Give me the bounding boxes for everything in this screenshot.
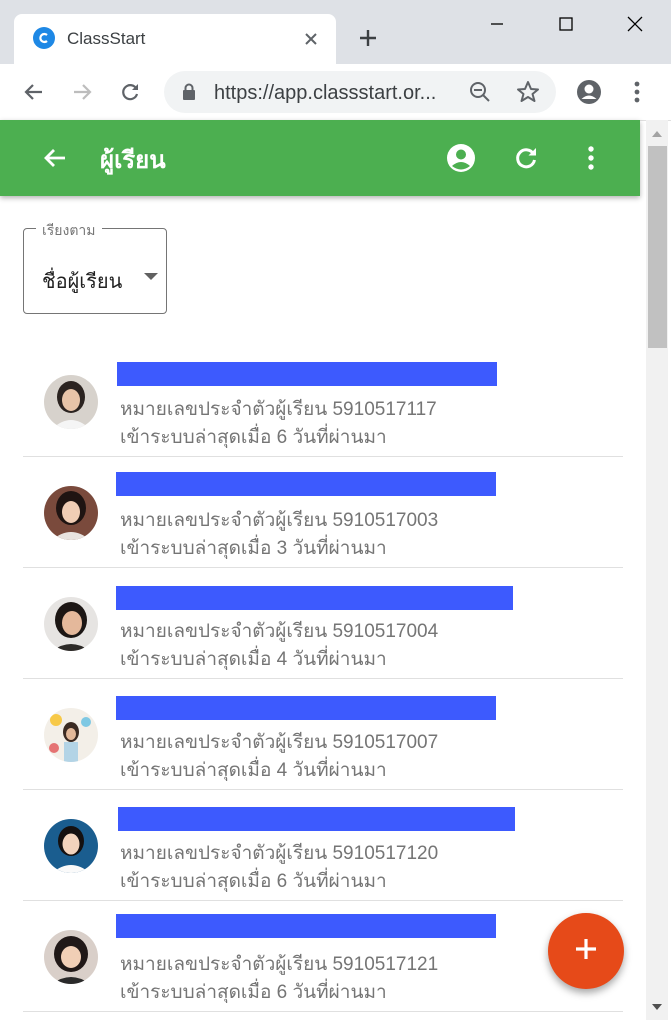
browser-menu-icon[interactable] bbox=[619, 74, 655, 110]
name-redaction bbox=[116, 914, 496, 938]
last-login: เข้าระบบล่าสุดเมื่อ 4 วันที่ผ่านมา bbox=[120, 760, 387, 781]
tab-title: ClassStart bbox=[67, 29, 146, 48]
name-redaction bbox=[117, 362, 497, 386]
profile-icon[interactable] bbox=[571, 74, 607, 110]
name-redaction bbox=[116, 696, 496, 720]
add-icon bbox=[574, 937, 598, 966]
refresh-icon[interactable] bbox=[508, 140, 544, 176]
minimize-icon[interactable] bbox=[474, 8, 520, 40]
list-item[interactable]: หมายเลขประจำตัวผู้เรียน 5910517004 เข้าร… bbox=[23, 568, 623, 679]
list-item[interactable]: หมายเลขประจำตัวผู้เรียน 5910517121 เข้าร… bbox=[23, 901, 623, 1012]
scroll-up-icon[interactable] bbox=[646, 125, 668, 143]
tab-close-icon[interactable] bbox=[298, 26, 324, 52]
account-circle-icon[interactable] bbox=[443, 140, 479, 176]
avatar bbox=[44, 375, 98, 429]
list-item[interactable]: หมายเลขประจำตัวผู้เรียน 5910517007 เข้าร… bbox=[23, 679, 623, 790]
browser-tab-strip: ClassStart bbox=[0, 0, 671, 64]
bookmark-star-icon[interactable] bbox=[516, 80, 540, 109]
list-item[interactable]: หมายเลขประจำตัวผู้เรียน 5910517117 เข้าร… bbox=[23, 346, 623, 457]
last-login: เข้าระบบล่าสุดเมื่อ 3 วันที่ผ่านมา bbox=[120, 538, 387, 559]
name-redaction bbox=[116, 472, 496, 496]
sort-label: เรียงตาม bbox=[36, 220, 102, 242]
maximize-icon[interactable] bbox=[543, 8, 589, 40]
dropdown-arrow-icon bbox=[144, 273, 158, 280]
zoom-icon[interactable] bbox=[469, 81, 491, 108]
scroll-down-icon[interactable] bbox=[646, 998, 668, 1016]
close-window-icon[interactable] bbox=[612, 8, 658, 40]
student-id: หมายเลขประจำตัวผู้เรียน 5910517117 bbox=[120, 399, 437, 420]
sort-value: ชื่อผู้เรียน bbox=[42, 271, 123, 293]
browser-reload-icon[interactable] bbox=[112, 74, 148, 110]
lock-icon bbox=[182, 83, 196, 106]
student-id: หมายเลขประจำตัวผู้เรียน 5910517003 bbox=[120, 510, 439, 531]
last-login: เข้าระบบล่าสุดเมื่อ 6 วันที่ผ่านมา bbox=[120, 427, 387, 448]
new-tab-icon[interactable] bbox=[354, 24, 382, 52]
address-bar[interactable]: https://app.classstart.or... bbox=[164, 71, 556, 113]
page-title: ผู้เรียน bbox=[100, 147, 166, 174]
avatar bbox=[44, 486, 98, 540]
student-id: หมายเลขประจำตัวผู้เรียน 5910517004 bbox=[120, 621, 439, 642]
name-redaction bbox=[116, 586, 513, 610]
student-id: หมายเลขประจำตัวผู้เรียน 5910517007 bbox=[120, 732, 439, 753]
avatar bbox=[44, 819, 98, 873]
add-student-button[interactable] bbox=[548, 913, 624, 989]
browser-toolbar: https://app.classstart.or... bbox=[0, 64, 671, 121]
student-id: หมายเลขประจำตัวผู้เรียน 5910517121 bbox=[120, 954, 439, 975]
student-list: หมายเลขประจำตัวผู้เรียน 5910517117 เข้าร… bbox=[23, 346, 623, 1012]
last-login: เข้าระบบล่าสุดเมื่อ 6 วันที่ผ่านมา bbox=[120, 871, 387, 892]
last-login: เข้าระบบล่าสุดเมื่อ 4 วันที่ผ่านมา bbox=[120, 649, 387, 670]
arrow-back-icon[interactable] bbox=[37, 140, 73, 176]
browser-back-icon[interactable] bbox=[16, 74, 52, 110]
list-item[interactable]: หมายเลขประจำตัวผู้เรียน 5910517003 เข้าร… bbox=[23, 457, 623, 568]
last-login: เข้าระบบล่าสุดเมื่อ 6 วันที่ผ่านมา bbox=[120, 982, 387, 1003]
name-redaction bbox=[118, 807, 515, 831]
avatar bbox=[44, 597, 98, 651]
browser-tab[interactable]: ClassStart bbox=[14, 14, 336, 64]
more-vert-icon[interactable] bbox=[573, 140, 609, 176]
app-bar: ผู้เรียน bbox=[0, 120, 640, 196]
scrollbar-thumb[interactable] bbox=[648, 146, 667, 348]
browser-forward-icon[interactable] bbox=[64, 74, 100, 110]
sort-select[interactable]: เรียงตาม ชื่อผู้เรียน bbox=[23, 220, 167, 314]
student-id: หมายเลขประจำตัวผู้เรียน 5910517120 bbox=[120, 843, 439, 864]
avatar bbox=[44, 708, 98, 762]
avatar bbox=[44, 930, 98, 984]
classstart-favicon-icon bbox=[33, 27, 55, 49]
list-item[interactable]: หมายเลขประจำตัวผู้เรียน 5910517120 เข้าร… bbox=[23, 790, 623, 901]
url-text: https://app.classstart.or... bbox=[214, 82, 437, 104]
